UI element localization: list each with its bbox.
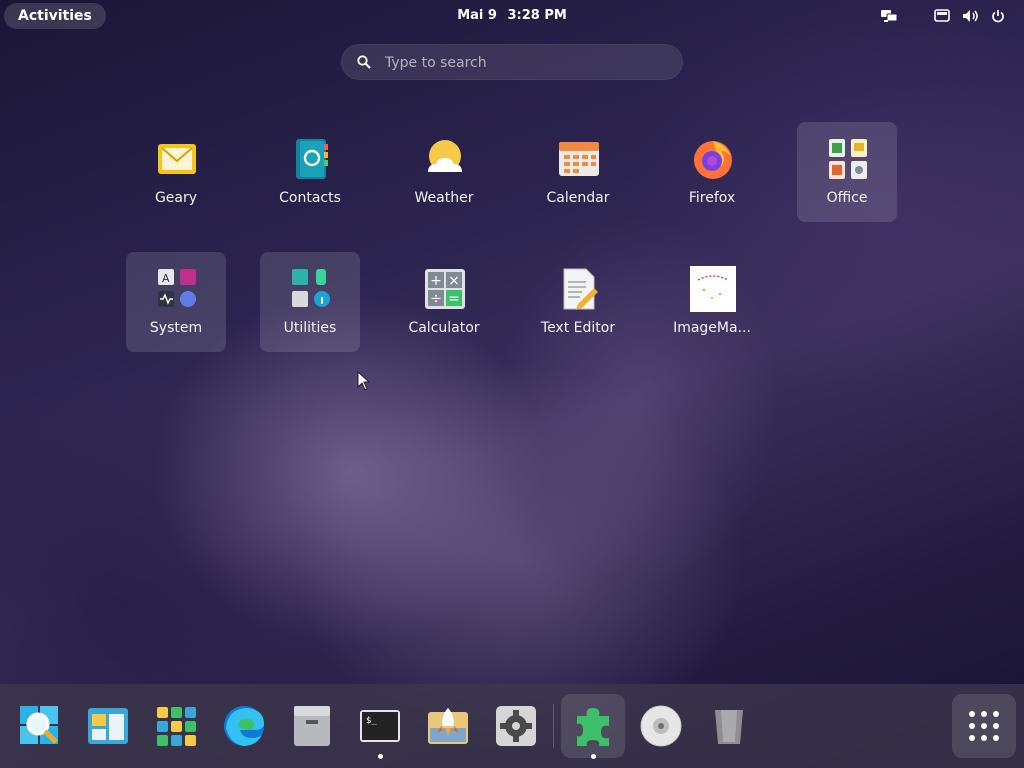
- svg-text:=: =: [448, 291, 460, 307]
- clock-time: 3:28 PM: [507, 8, 567, 23]
- dock-item-software[interactable]: [416, 694, 480, 758]
- app-label: System: [149, 320, 203, 336]
- volume-icon[interactable]: [962, 7, 980, 25]
- folder-utilities[interactable]: Utilities: [260, 252, 360, 352]
- clock[interactable]: Mai 9 3:28 PM: [0, 0, 1024, 32]
- app-label: Geary: [154, 190, 198, 206]
- dock-item-terminal[interactable]: $_: [348, 694, 412, 759]
- address-book-icon: [296, 139, 328, 179]
- clock-date: Mai 9: [457, 8, 497, 23]
- app-label: Calendar: [546, 190, 610, 206]
- search-input[interactable]: [383, 44, 667, 82]
- puzzle-icon: [577, 708, 609, 746]
- imagemagick-icon: [690, 266, 736, 312]
- disc-icon: [640, 705, 682, 747]
- app-calendar[interactable]: Calendar: [528, 122, 628, 222]
- search-icon: [357, 55, 371, 69]
- app-weather[interactable]: Weather: [394, 122, 494, 222]
- show-applications-button[interactable]: [952, 694, 1016, 758]
- app-label: Text Editor: [540, 320, 616, 336]
- app-imagemagick[interactable]: ImageMa...: [662, 252, 762, 352]
- app-text-editor[interactable]: Text Editor: [528, 252, 628, 352]
- edge-icon: [224, 706, 264, 746]
- dock-item-tiles[interactable]: [144, 694, 208, 758]
- dock: $_: [0, 684, 1024, 768]
- calendar-icon: [559, 142, 599, 176]
- grid-dots-icon: [969, 711, 999, 741]
- power-icon[interactable]: [991, 7, 1005, 25]
- terminal-icon: $_: [360, 710, 400, 742]
- magnifier-icon: [20, 706, 58, 744]
- gear-icon: [496, 706, 536, 746]
- app-contacts[interactable]: Contacts: [260, 122, 360, 222]
- firefox-icon: [694, 141, 732, 179]
- file-cabinet-icon: [294, 706, 330, 746]
- window-layout-icon: [88, 708, 128, 744]
- text-editor-icon: [563, 268, 598, 310]
- folder-office[interactable]: Office: [797, 122, 897, 222]
- app-label: Office: [826, 190, 868, 206]
- trash-icon: [715, 710, 743, 744]
- svg-text:÷: ÷: [430, 291, 442, 307]
- folder-system[interactable]: A System: [126, 252, 226, 352]
- keyboard-layout-icon[interactable]: [934, 7, 950, 25]
- dock-item-trash[interactable]: [697, 694, 761, 758]
- dock-item-extensions[interactable]: [561, 694, 625, 759]
- running-indicator: [591, 754, 596, 759]
- svg-text:A: A: [162, 272, 170, 285]
- tiles-icon: [157, 707, 196, 746]
- app-label: Weather: [414, 190, 474, 206]
- app-label: Firefox: [688, 190, 736, 206]
- dock-item-windows[interactable]: [76, 694, 140, 758]
- top-bar: Activities Mai 9 3:28 PM: [0, 0, 1024, 32]
- dock-separator: [553, 704, 554, 748]
- dock-item-files[interactable]: [280, 694, 344, 758]
- svg-text:+: +: [430, 273, 442, 289]
- rocket-icon: [428, 708, 468, 744]
- app-geary[interactable]: Geary: [126, 122, 226, 222]
- app-label: Calculator: [408, 320, 480, 336]
- sun-cloud-icon: [428, 140, 462, 172]
- mail-envelope-icon: [158, 144, 196, 174]
- terminal-prompt: $_: [366, 716, 377, 726]
- app-label: ImageMa...: [673, 320, 751, 336]
- dock-item-magnifier[interactable]: [8, 694, 72, 758]
- calculator-icon: + × ÷ =: [425, 269, 465, 309]
- app-label: Utilities: [283, 320, 337, 336]
- app-firefox[interactable]: Firefox: [662, 122, 762, 222]
- office-folder-icon: [829, 139, 867, 179]
- dock-item-settings[interactable]: [484, 694, 548, 758]
- utilities-folder-icon: [292, 269, 330, 307]
- network-wired-icon[interactable]: [880, 7, 898, 25]
- dock-item-disc[interactable]: [629, 694, 693, 758]
- search-bar[interactable]: [341, 44, 683, 82]
- running-indicator: [378, 754, 383, 759]
- system-folder-icon: A: [158, 269, 196, 307]
- app-calculator[interactable]: + × ÷ = Calculator: [394, 252, 494, 352]
- app-label: Contacts: [279, 190, 341, 206]
- dock-item-edge[interactable]: [212, 694, 276, 758]
- svg-text:×: ×: [448, 273, 460, 289]
- mouse-pointer-icon: [357, 371, 371, 391]
